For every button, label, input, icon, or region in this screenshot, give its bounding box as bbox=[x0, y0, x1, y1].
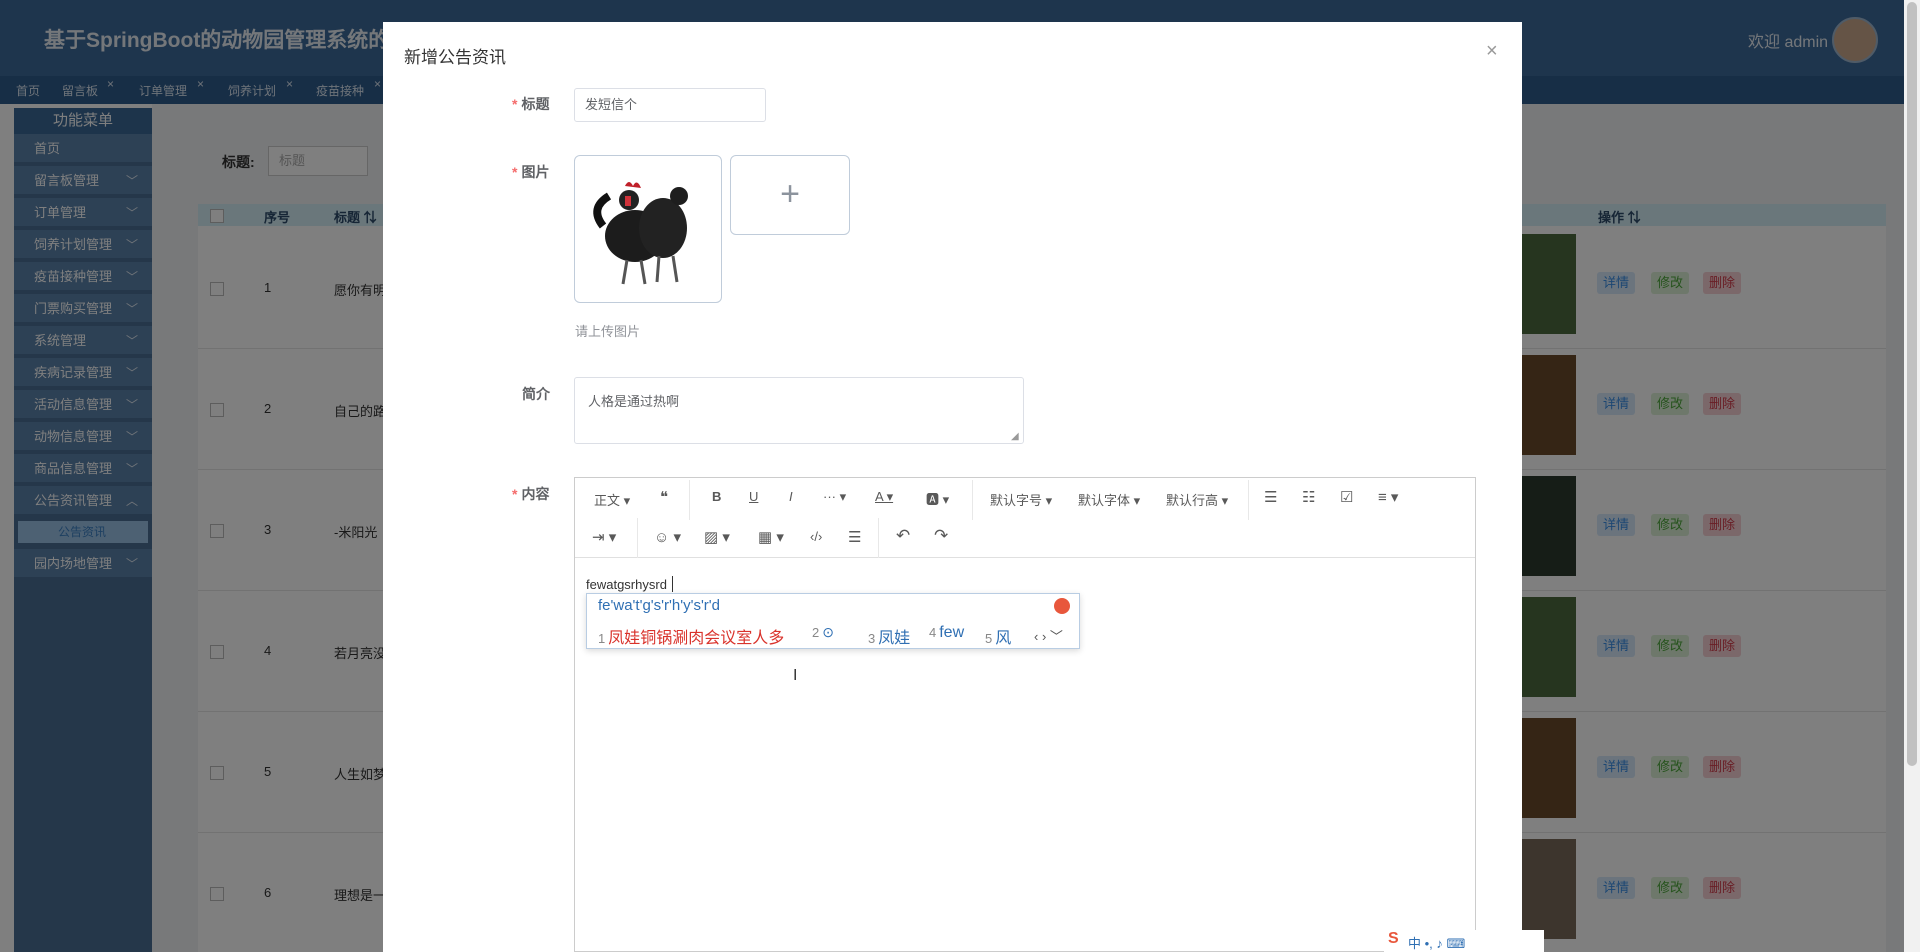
ime-candidate-number: 2 bbox=[812, 625, 820, 640]
ime-candidate[interactable]: 4 few bbox=[929, 624, 964, 642]
toolbar-divider bbox=[637, 518, 638, 558]
required-mark: * bbox=[512, 96, 518, 112]
emoji-icon[interactable]: ☺ ▾ bbox=[654, 528, 681, 546]
editor-content[interactable]: fewatgsrhysrd bbox=[586, 577, 667, 592]
toolbar-divider bbox=[689, 480, 690, 520]
ime-pinyin: fe'wa't'g's'r'h'y's'r'd bbox=[598, 597, 721, 614]
title-label-text: 标题 bbox=[521, 96, 550, 112]
ime-candidate[interactable]: 2 ⊙ bbox=[812, 624, 834, 642]
ime-candidate-text: few bbox=[939, 624, 965, 641]
italic-icon[interactable]: I bbox=[789, 489, 793, 504]
ime-candidate-text: 凤娃 bbox=[878, 630, 911, 647]
required-mark: * bbox=[512, 164, 518, 180]
ime-status-icons[interactable]: 中 •, ♪ ⌨ bbox=[1408, 933, 1465, 952]
image-label: * 图片 bbox=[512, 162, 549, 182]
bold-icon[interactable]: B bbox=[712, 489, 721, 504]
indent-icon[interactable]: ⇥ ▾ bbox=[592, 528, 616, 546]
toolbar-divider bbox=[1248, 480, 1249, 520]
upload-tip: 请上传图片 bbox=[575, 324, 641, 339]
ime-candidate[interactable]: 3 凤娃 bbox=[868, 624, 910, 648]
uploaded-image[interactable] bbox=[574, 155, 722, 303]
ime-candidate[interactable]: 5风 bbox=[985, 624, 1011, 648]
line-height-select[interactable]: 默认行高 ▾ bbox=[1166, 490, 1228, 509]
paragraph-select[interactable]: 正文 ▾ bbox=[594, 490, 630, 509]
title-label: * 标题 bbox=[512, 94, 549, 114]
cloud-icon: ⊙ bbox=[822, 624, 834, 640]
ime-page-nav[interactable]: ‹ › ﹀ bbox=[1034, 626, 1063, 645]
dialog-title: 新增公告资讯 bbox=[404, 48, 506, 67]
summary-textarea[interactable]: 人格是通过热啊 bbox=[574, 377, 1024, 444]
sogou-logo-icon[interactable]: S bbox=[1388, 930, 1399, 948]
required-mark: * bbox=[512, 486, 518, 502]
font-family-select[interactable]: 默认字体 ▾ bbox=[1078, 490, 1140, 509]
ime-candidate[interactable]: 1 凤娃铜锅涮肉会议室人多 bbox=[598, 624, 784, 648]
quote-icon[interactable]: ❝ bbox=[660, 488, 668, 506]
close-icon[interactable]: × bbox=[1486, 40, 1498, 63]
undo-icon[interactable]: ↶ bbox=[896, 526, 910, 546]
image-icon[interactable]: ▨ ▾ bbox=[704, 528, 730, 546]
ime-candidate-text: 凤娃铜锅涮肉会议室人多 bbox=[608, 630, 785, 647]
align-icon[interactable]: ≡ ▾ bbox=[1378, 488, 1398, 506]
ime-candidate-number: 4 bbox=[929, 625, 937, 640]
font-size-select[interactable]: 默认字号 ▾ bbox=[990, 490, 1052, 509]
content-label-text: 内容 bbox=[521, 486, 550, 502]
toolbar-divider bbox=[972, 480, 973, 520]
bg-color-icon[interactable]: 🅰 ▾ bbox=[926, 489, 949, 508]
chicken-image bbox=[593, 182, 688, 285]
text-caret bbox=[672, 576, 673, 592]
ime-candidate-number: 5 bbox=[985, 631, 993, 646]
bullet-list-icon[interactable]: ☰ bbox=[1264, 488, 1277, 506]
toolbar-divider bbox=[878, 518, 879, 558]
content-label: * 内容 bbox=[512, 484, 549, 504]
more-icon[interactable]: ··· ▾ bbox=[823, 489, 846, 505]
upload-button[interactable]: + bbox=[730, 155, 850, 235]
ime-candidate-text: 风 bbox=[995, 630, 1012, 647]
todo-icon[interactable]: ☑ bbox=[1340, 488, 1353, 506]
summary-label: 简介 bbox=[522, 386, 550, 402]
font-color-icon[interactable]: A ▾ bbox=[875, 489, 893, 505]
underline-icon[interactable]: U bbox=[749, 489, 758, 504]
ibeam-cursor-icon: I bbox=[793, 667, 798, 684]
scrollbar-thumb[interactable] bbox=[1907, 2, 1917, 766]
divider-icon[interactable]: ☰ bbox=[848, 528, 861, 546]
ime-candidate-number: 1 bbox=[598, 631, 606, 646]
numbered-list-icon[interactable]: ☷ bbox=[1302, 488, 1315, 506]
ime-candidate-number: 3 bbox=[868, 631, 876, 646]
resize-handle-icon[interactable]: ◢ bbox=[1011, 431, 1019, 442]
title-field[interactable]: 发短信个 bbox=[574, 88, 766, 122]
redo-icon[interactable]: ↷ bbox=[934, 526, 948, 546]
table-icon[interactable]: ▦ ▾ bbox=[758, 528, 784, 546]
image-label-text: 图片 bbox=[521, 164, 550, 180]
code-icon[interactable]: ‹/› bbox=[810, 529, 822, 544]
ime-logo-icon bbox=[1054, 598, 1070, 614]
